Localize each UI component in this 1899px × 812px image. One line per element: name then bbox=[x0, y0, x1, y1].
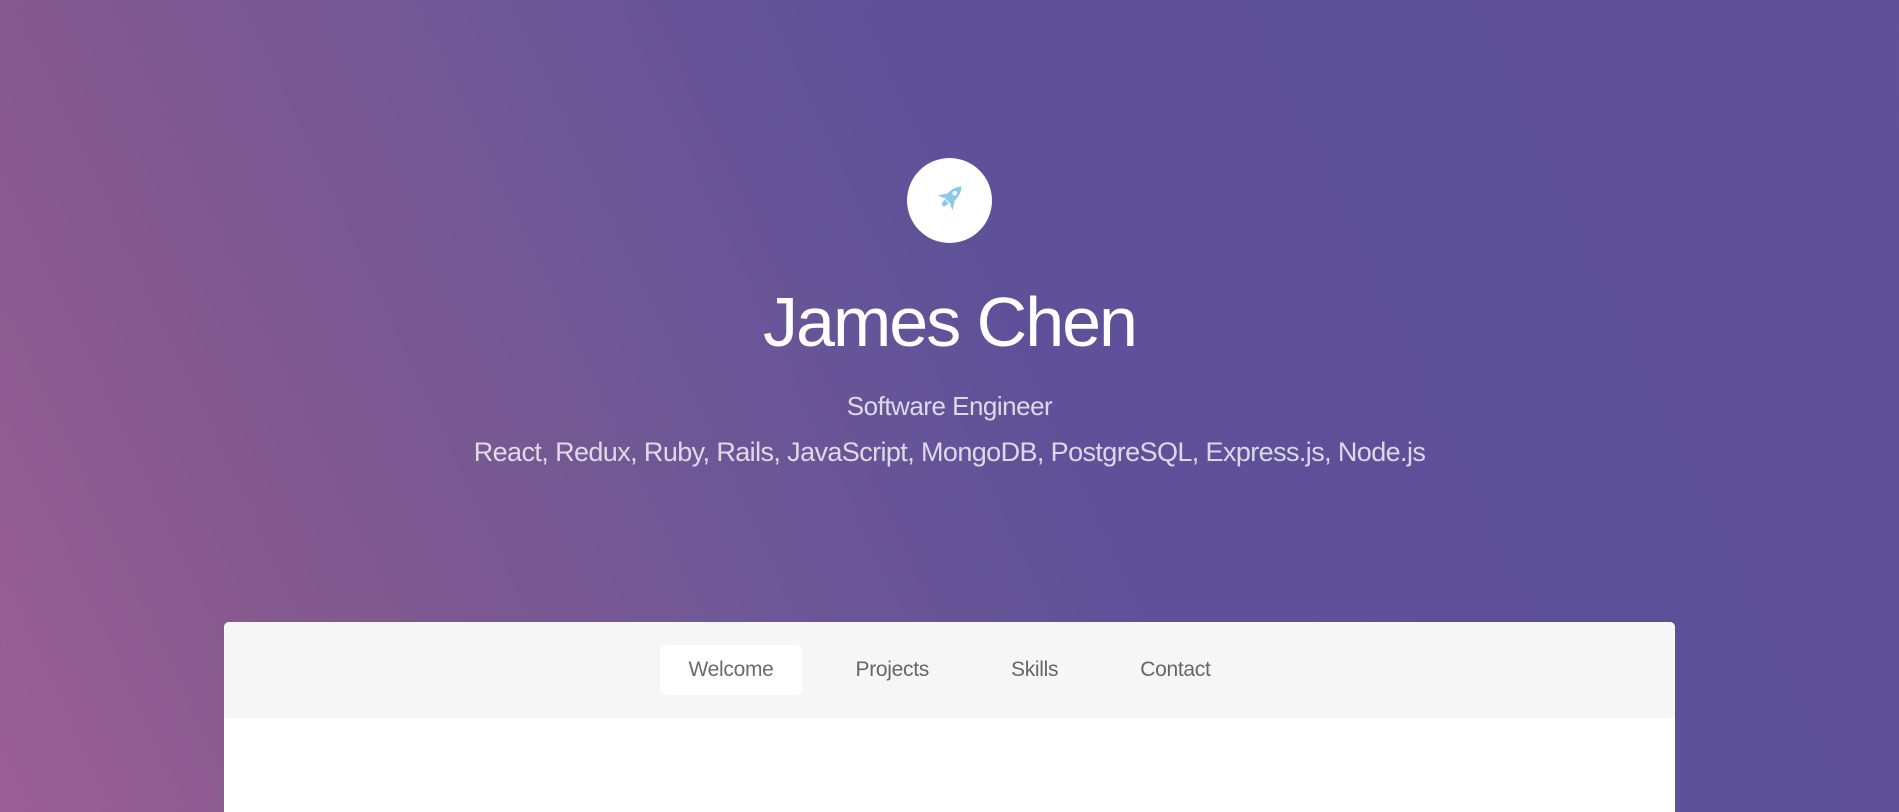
hero-header: James Chen Software Engineer React, Redu… bbox=[0, 0, 1899, 620]
tab-welcome[interactable]: Welcome bbox=[660, 645, 802, 695]
main-nav: Welcome Projects Skills Contact bbox=[224, 622, 1675, 718]
tab-contact[interactable]: Contact bbox=[1112, 645, 1238, 695]
page-title: James Chen bbox=[763, 283, 1138, 361]
tab-skills[interactable]: Skills bbox=[983, 645, 1086, 695]
tab-projects[interactable]: Projects bbox=[828, 645, 957, 695]
skills-list: React, Redux, Ruby, Rails, JavaScript, M… bbox=[473, 437, 1426, 467]
logo bbox=[907, 158, 992, 243]
main-card: Welcome Projects Skills Contact bbox=[224, 622, 1675, 812]
job-title: Software Engineer bbox=[846, 391, 1053, 421]
rocket-icon bbox=[931, 179, 969, 222]
